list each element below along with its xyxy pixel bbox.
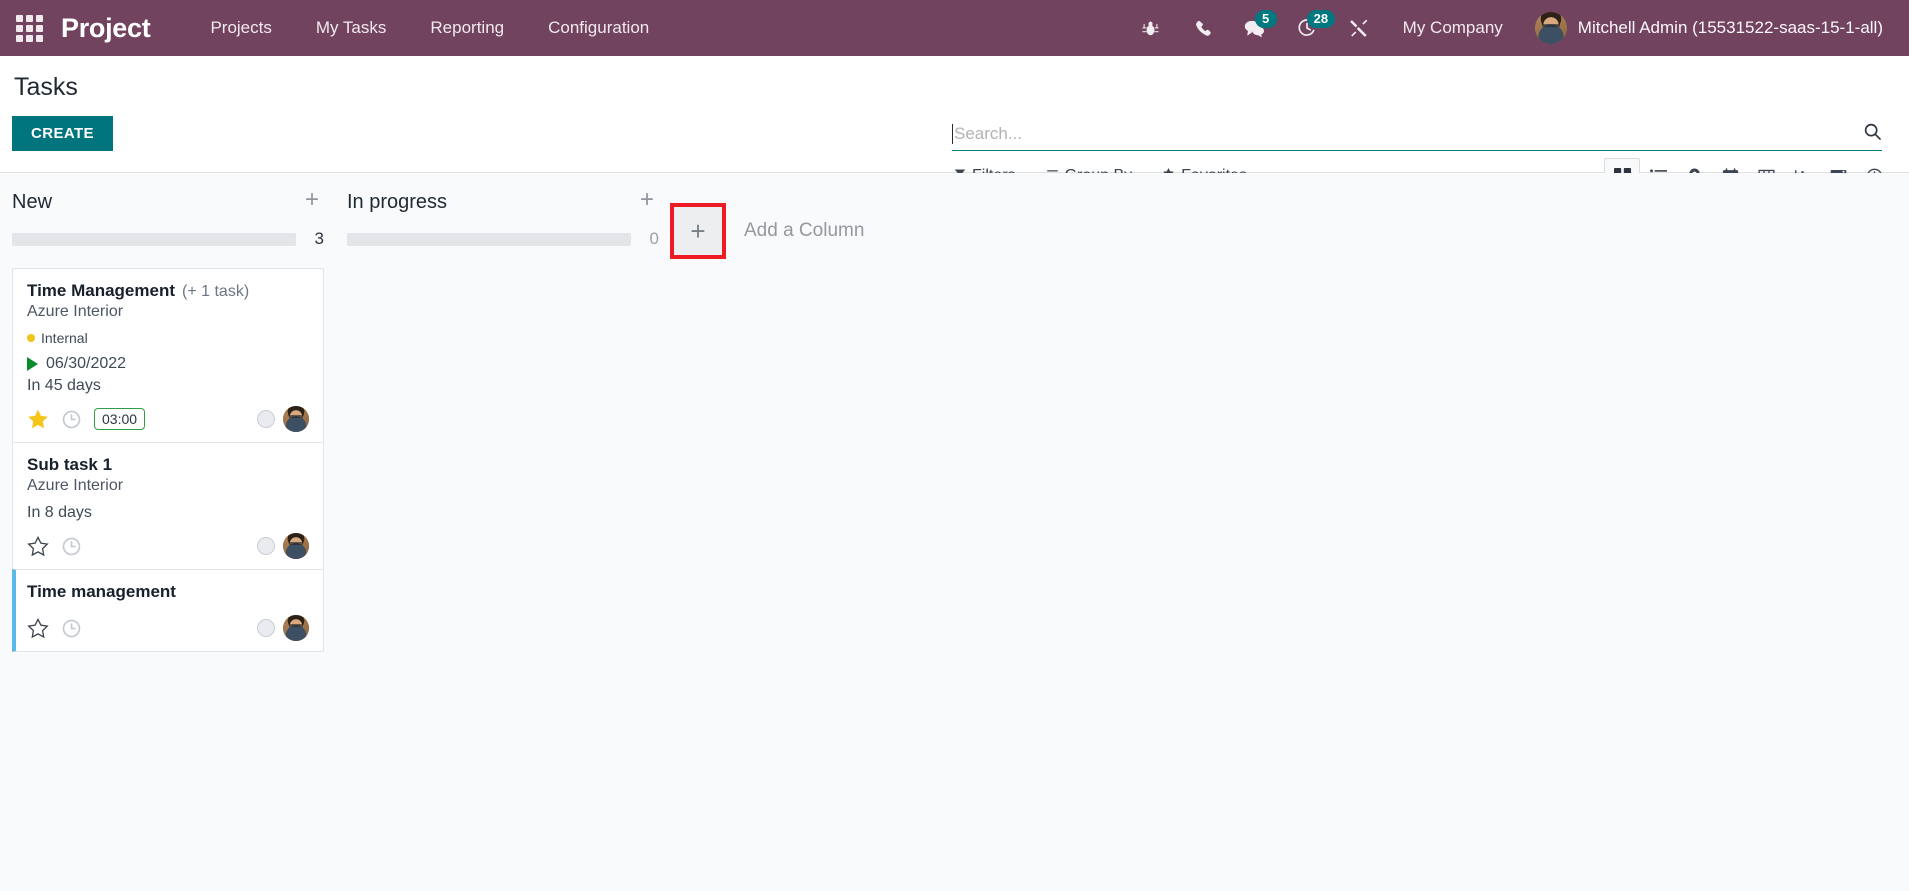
menu-item-projects[interactable]: Projects	[188, 10, 293, 46]
column-title[interactable]: In progress	[347, 189, 447, 214]
kanban-cards: Time Management (+ 1 task) Azure Interio…	[12, 268, 324, 652]
page-title: Tasks	[14, 73, 78, 101]
card-tag[interactable]: Internal	[27, 330, 309, 346]
kanban-column-new: New + 3 Time Management (+ 1 task) Azure…	[0, 188, 335, 652]
card-assignee-avatar[interactable]	[283, 615, 309, 641]
column-add-record-icon[interactable]: +	[300, 188, 324, 212]
card-assignee-avatar[interactable]	[283, 533, 309, 559]
column-progress-row: 0	[347, 229, 659, 249]
column-progressbar[interactable]	[347, 232, 631, 246]
menu-item-configuration[interactable]: Configuration	[526, 10, 671, 46]
tools-icon[interactable]	[1333, 8, 1385, 48]
add-column-highlight: +	[670, 203, 726, 259]
kanban-card[interactable]: Time Management (+ 1 task) Azure Interio…	[12, 268, 324, 442]
main-menu: Projects My Tasks Reporting Configuratio…	[188, 10, 671, 46]
card-title-row: Sub task 1	[27, 455, 309, 475]
add-column-button[interactable]: +	[674, 207, 722, 255]
card-status-circle[interactable]	[257, 537, 275, 555]
tag-dot-icon	[27, 334, 35, 342]
card-footer-right	[257, 533, 309, 559]
bug-icon[interactable]	[1125, 8, 1177, 48]
card-footer-left	[27, 535, 81, 557]
card-project: Azure Interior	[27, 303, 124, 320]
card-footer	[27, 615, 309, 641]
card-date: 06/30/2022	[46, 355, 127, 372]
messages-badge: 5	[1254, 10, 1277, 28]
card-footer-right	[257, 406, 309, 432]
kanban-column-in-progress: In progress + 0	[335, 188, 670, 268]
column-title[interactable]: New	[12, 189, 52, 214]
card-project: Azure Interior	[27, 477, 124, 494]
card-assignee-avatar[interactable]	[283, 406, 309, 432]
menu-item-reporting[interactable]: Reporting	[408, 10, 526, 46]
card-subtask-count: (+ 1 task)	[182, 283, 250, 300]
create-button[interactable]: CREATE	[12, 116, 113, 151]
card-footer-left: 03:00	[27, 408, 146, 430]
card-footer-left	[27, 617, 81, 639]
phone-icon[interactable]	[1177, 8, 1229, 48]
card-date-row: 06/30/2022	[27, 355, 309, 373]
search-caret	[952, 124, 953, 144]
card-footer	[27, 533, 309, 559]
column-progressbar[interactable]	[12, 232, 296, 246]
search-icon[interactable]	[1855, 122, 1882, 146]
card-status-circle[interactable]	[257, 410, 275, 428]
search-input[interactable]	[954, 124, 1855, 144]
column-header: New +	[12, 188, 324, 214]
column-count: 3	[314, 229, 324, 248]
menu-item-my-tasks[interactable]: My Tasks	[294, 10, 409, 46]
add-column-area: + Add a Column	[670, 189, 864, 259]
kanban-card[interactable]: Time management	[12, 569, 324, 652]
card-footer-right	[257, 615, 309, 641]
clock-icon[interactable]	[62, 619, 81, 638]
column-progress-row: 3	[12, 229, 324, 249]
activities-clock-icon[interactable]: 28	[1281, 8, 1336, 48]
star-outline-icon[interactable]	[27, 535, 49, 557]
messages-icon[interactable]: 5	[1229, 8, 1281, 48]
company-selector[interactable]: My Company	[1385, 10, 1521, 46]
card-footer: 03:00	[27, 406, 309, 432]
card-status-circle[interactable]	[257, 619, 275, 637]
avatar	[1534, 12, 1567, 44]
card-title: Time Management	[27, 281, 176, 300]
activities-badge: 28	[1306, 10, 1336, 28]
star-filled-icon[interactable]	[27, 409, 49, 430]
card-tag-label: Internal	[41, 330, 88, 346]
add-column-label[interactable]: Add a Column	[744, 220, 864, 242]
card-title: Time management	[27, 582, 176, 601]
card-timer-badge[interactable]: 03:00	[94, 408, 146, 430]
star-outline-icon[interactable]	[27, 617, 49, 639]
card-title-row: Time management	[27, 582, 309, 602]
apps-grid-icon[interactable]	[10, 9, 49, 48]
kanban-board: New + 3 Time Management (+ 1 task) Azure…	[0, 173, 1909, 891]
clock-icon[interactable]	[62, 537, 81, 556]
control-panel: Tasks CREATE Filters	[0, 56, 1909, 194]
card-deadline: In 45 days	[27, 377, 101, 394]
column-count: 0	[649, 229, 659, 248]
clock-icon[interactable]	[62, 410, 81, 429]
card-title-row: Time Management (+ 1 task)	[27, 281, 309, 301]
card-title: Sub task 1	[27, 455, 113, 474]
top-navbar: Project Projects My Tasks Reporting Conf…	[0, 0, 1909, 56]
search-bar[interactable]	[952, 122, 1882, 151]
navbar-right: 5 28 My Company Mitchell Admin (15531522…	[1125, 8, 1891, 48]
card-deadline: In 8 days	[27, 504, 92, 521]
column-header: In progress +	[347, 188, 659, 214]
user-name-label: Mitchell Admin (15531522-saas-15-1-all)	[1577, 18, 1883, 37]
app-brand-project[interactable]: Project	[61, 13, 151, 44]
column-add-record-icon[interactable]: +	[635, 188, 659, 212]
user-menu[interactable]: Mitchell Admin (15531522-saas-15-1-all)	[1521, 8, 1891, 48]
kanban-card[interactable]: Sub task 1 Azure Interior In 8 days	[12, 442, 324, 569]
play-triangle-icon	[27, 357, 38, 371]
kanban-columns: New + 3 Time Management (+ 1 task) Azure…	[0, 188, 1909, 652]
